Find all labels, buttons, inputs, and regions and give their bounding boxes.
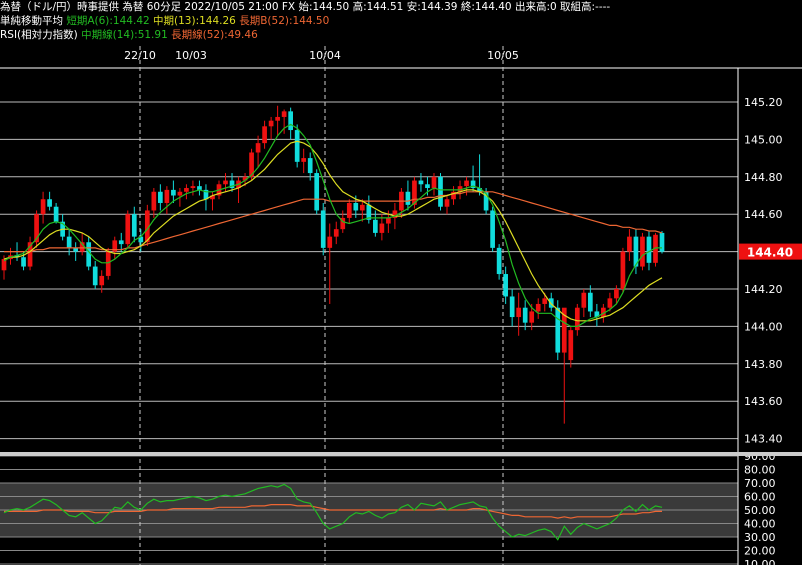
candle-body xyxy=(542,298,548,304)
rsi-tick-label: 20.00 xyxy=(744,545,776,558)
candle-body xyxy=(105,251,111,276)
rsi-tick-label: 10.00 xyxy=(744,558,776,565)
ma-short-line xyxy=(3,123,662,327)
candle-body xyxy=(288,111,293,131)
candle-body xyxy=(333,229,339,237)
candle-body xyxy=(607,298,613,308)
candle-body xyxy=(281,111,287,117)
candle-body xyxy=(535,303,541,312)
price-tick-label: 145.20 xyxy=(744,96,783,109)
rsi-tick-label: 90.00 xyxy=(744,450,776,463)
candle-body xyxy=(86,242,92,267)
candle-body xyxy=(21,257,26,267)
candle-body xyxy=(184,188,189,192)
candle-body xyxy=(509,296,515,318)
candle-body xyxy=(627,236,632,252)
candle-body xyxy=(327,236,333,248)
candle-body xyxy=(444,199,450,207)
candle-body xyxy=(268,120,274,127)
candle-body xyxy=(581,292,587,308)
candle-body xyxy=(503,274,508,297)
candle-body xyxy=(379,223,385,233)
candle-body xyxy=(164,189,170,203)
candle-body xyxy=(425,184,430,189)
candle-body xyxy=(294,130,300,162)
candle-body xyxy=(53,206,59,222)
candle-body xyxy=(431,176,437,189)
candle-body xyxy=(640,236,645,267)
candle-body xyxy=(66,236,72,248)
candle-body xyxy=(118,240,124,245)
candle-body xyxy=(307,158,313,174)
price-tick-label: 145.00 xyxy=(744,133,783,146)
candle-body xyxy=(529,311,535,323)
candle-body xyxy=(620,251,626,289)
candle-body xyxy=(92,266,98,286)
price-tick-label: 144.00 xyxy=(744,320,783,333)
candle-body xyxy=(301,158,307,162)
candle-body xyxy=(353,202,359,211)
rsi-tick-label: 40.00 xyxy=(744,518,776,531)
candle-body xyxy=(516,307,522,318)
candle-body xyxy=(555,307,561,353)
candle-body xyxy=(177,191,183,196)
candle-body xyxy=(405,191,411,205)
price-chart: 145.20 145.00 144.80 144.60 144.40 144.20 144.… xyxy=(0,46,802,565)
price-tick-label: 143.60 xyxy=(744,395,783,408)
candle-body xyxy=(386,217,391,224)
price-tick-label: 144.60 xyxy=(744,208,783,221)
price-tick-label: 144.20 xyxy=(744,283,783,296)
candle-body xyxy=(587,292,593,312)
candle-body xyxy=(320,210,326,248)
candle-body xyxy=(131,214,137,237)
candle-body xyxy=(522,307,528,323)
candle-body xyxy=(646,236,652,263)
candle-body xyxy=(418,180,424,185)
candle-body xyxy=(568,330,574,361)
ma-long-line xyxy=(4,191,663,253)
candle-body xyxy=(359,204,365,211)
candle-body xyxy=(373,219,378,233)
candle-body xyxy=(125,214,131,245)
candle-body xyxy=(262,126,267,144)
candle-body xyxy=(223,180,228,185)
current-price-label: 144.40 xyxy=(747,246,793,260)
price-tick-label: 143.40 xyxy=(744,433,783,446)
candle-body xyxy=(255,143,261,153)
rsi-tick-label: 50.00 xyxy=(744,504,776,517)
price-tick-label: 144.80 xyxy=(744,171,783,184)
ma-mid-line xyxy=(3,140,663,322)
candle-body xyxy=(151,191,157,211)
candle-body xyxy=(659,232,665,252)
candle-body xyxy=(438,176,443,207)
rsi-tick-label: 30.00 xyxy=(744,531,776,544)
price-tick-label: 143.80 xyxy=(744,358,783,371)
candle-body xyxy=(40,199,46,215)
candle-body xyxy=(99,275,105,286)
candle-body xyxy=(158,191,163,203)
candle-body xyxy=(275,116,280,121)
candle-body xyxy=(490,210,495,248)
candle-body xyxy=(614,289,619,299)
rsi-tick-label: 80.00 xyxy=(744,464,776,477)
rsi-tick-label: 70.00 xyxy=(744,477,776,490)
candle-body xyxy=(346,202,352,218)
candle-body xyxy=(47,199,52,207)
pane-separator xyxy=(0,452,802,456)
candle-body xyxy=(464,180,469,187)
candle-body xyxy=(314,173,320,211)
candle-body xyxy=(496,247,502,275)
date-label: 10/03 xyxy=(175,49,207,62)
rsi-tick-label: 60.00 xyxy=(744,491,776,504)
candle-body xyxy=(190,186,196,189)
candle-body xyxy=(171,189,176,196)
